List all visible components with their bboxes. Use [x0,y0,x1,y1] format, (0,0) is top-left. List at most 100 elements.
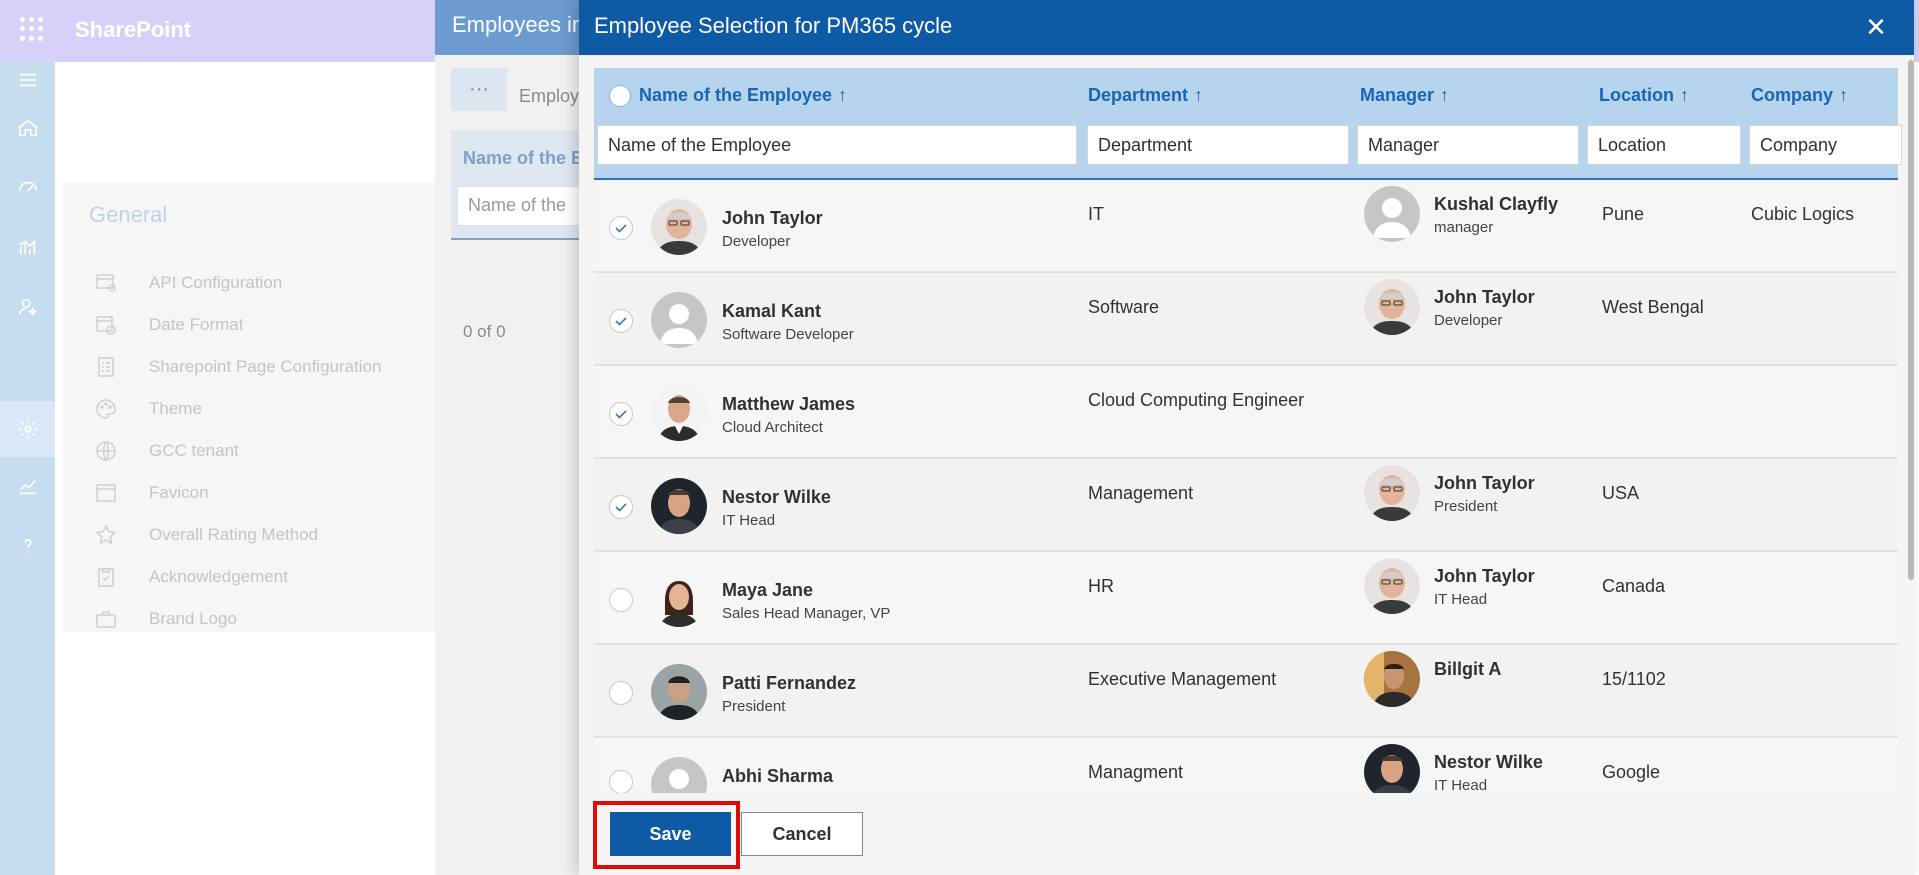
company-filter-input[interactable] [1749,125,1902,165]
settings-item-label: Sharepoint Page Configuration [149,357,382,376]
column-header-department[interactable]: Department ↑ [1088,85,1203,106]
row-checkbox[interactable] [609,588,633,612]
employees-grid-header: Name of the E Name of the [451,130,585,240]
table-row[interactable]: Abhi Sharma Managment Nestor Wilke IT He… [594,738,1898,793]
more-options-button[interactable]: ··· [451,68,507,111]
settings-item-date-format[interactable]: Date Format [91,304,431,346]
employee-role: Sales Head Manager, VP [722,605,891,622]
row-checkbox[interactable] [609,770,633,793]
avatar [651,199,707,255]
row-checkbox[interactable] [609,495,633,519]
settings-item-label: API Configuration [149,273,283,292]
app-launcher-icon[interactable] [20,17,44,41]
table-row[interactable]: Kamal Kant Software Developer Software J… [594,273,1898,366]
sort-arrow-icon: ↑ [838,85,848,105]
settings-item-label: Favicon [149,483,209,502]
palette-icon [91,396,121,422]
manager-role: President [1434,498,1498,515]
calendar-clock-icon [91,312,121,338]
department-filter-input[interactable] [1087,125,1349,165]
settings-item-brand-logo[interactable]: Brand Logo [91,598,431,640]
home-icon[interactable] [14,114,42,142]
settings-item-overall-rating-method[interactable]: Overall Rating Method [91,514,431,556]
table-row[interactable]: Maya Jane Sales Head Manager, VP HR John… [594,552,1898,645]
avatar [651,757,707,793]
employee-name: Nestor Wilke [722,487,831,507]
column-header-label: Department [1088,85,1189,105]
employee-name: Maya Jane [722,580,814,600]
row-checkbox[interactable] [609,216,633,240]
row-checkbox[interactable] [609,309,633,333]
settings-item-api-configuration[interactable]: API Configuration [91,262,431,304]
employee-name: Abhi Sharma [722,766,834,786]
manager-name: Billgit A [1434,659,1502,679]
column-header-location[interactable]: Location ↑ [1599,85,1689,106]
globe-icon [91,438,121,464]
sort-arrow-icon: ↑ [1440,85,1450,105]
manager-name: Nestor Wilke [1434,752,1543,772]
settings-item-sharepoint-page-configuration[interactable]: Sharepoint Page Configuration [91,346,431,388]
help-icon[interactable] [14,532,42,560]
sharepoint-brand[interactable]: SharePoint [75,17,191,43]
row-checkbox[interactable] [609,681,633,705]
gear-icon[interactable] [14,415,42,443]
table-row[interactable]: Nestor Wilke IT Head Management John Tay… [594,459,1898,552]
dialog-scrollbar[interactable] [1908,60,1914,580]
trend-icon[interactable] [14,472,42,500]
save-button[interactable]: Save [610,812,731,856]
location-cell: Pune [1602,204,1645,224]
analytics-icon[interactable] [14,233,42,261]
avatar [1364,186,1420,242]
location-cell: USA [1602,483,1640,503]
column-header-manager[interactable]: Manager ↑ [1360,85,1449,106]
column-header-name[interactable]: Name of the Employee ↑ [639,85,847,106]
row-checkbox[interactable] [609,402,633,426]
settings-item-favicon[interactable]: Favicon [91,472,431,514]
user-settings-icon[interactable] [14,293,42,321]
employee-name: Patti Fernandez [722,673,857,693]
table-row[interactable]: Patti Fernandez President Executive Mana… [594,645,1898,738]
department-cell: Executive Management [1088,669,1277,689]
company-cell: Cubic Logics [1751,204,1855,224]
location-cell: Google [1602,762,1661,782]
manager-name: John Taylor [1434,287,1535,307]
sort-arrow-icon: ↑ [1680,85,1689,105]
settings-list: API Configuration Date Format Sharepoint… [91,262,431,640]
avatar [1364,651,1420,707]
employees-panel-title: Employees in [452,12,585,37]
select-all-checkbox[interactable] [609,85,631,107]
employee-name: John Taylor [722,208,823,228]
speedometer-icon[interactable] [14,174,42,202]
employee-role: Developer [722,233,791,250]
dialog-header: Employee Selection for PM365 cycle ✕ [579,0,1914,55]
employees-name-filter[interactable]: Name of the [457,186,585,226]
name-filter-input[interactable] [597,125,1077,165]
settings-item-label: Brand Logo [149,609,237,628]
employees-column-name[interactable]: Name of the E [463,148,583,169]
settings-item-theme[interactable]: Theme [91,388,431,430]
settings-item-gcc-tenant[interactable]: GCC tenant [91,430,431,472]
settings-item-label: Acknowledgement [149,567,288,586]
location-cell: West Bengal [1602,297,1704,317]
location-filter-input[interactable] [1587,125,1741,165]
window-icon [91,480,121,506]
menu-icon[interactable] [14,66,42,94]
department-cell: Managment [1088,762,1184,782]
cancel-button[interactable]: Cancel [741,812,863,856]
close-icon[interactable]: ✕ [1861,12,1891,42]
table-row[interactable]: Matthew James Cloud Architect Cloud Comp… [594,366,1898,459]
column-header-label: Name of the Employee [639,85,833,105]
column-header-company[interactable]: Company ↑ [1751,85,1848,106]
settings-item-acknowledgement[interactable]: Acknowledgement [91,556,431,598]
dialog-footer: Save Cancel [579,793,1914,875]
column-header-label: Company [1751,85,1834,105]
employees-tab[interactable]: Employ [519,86,579,107]
checkmark-icon [615,410,627,419]
avatar [1364,279,1420,335]
settings-item-label: GCC tenant [149,441,239,460]
employee-name: Kamal Kant [722,301,822,321]
table-row[interactable]: John Taylor Developer IT Kushal Clayfly … [594,180,1898,273]
settings-item-label: Overall Rating Method [149,525,319,544]
manager-filter-input[interactable] [1357,125,1579,165]
settings-title: General [89,202,168,227]
